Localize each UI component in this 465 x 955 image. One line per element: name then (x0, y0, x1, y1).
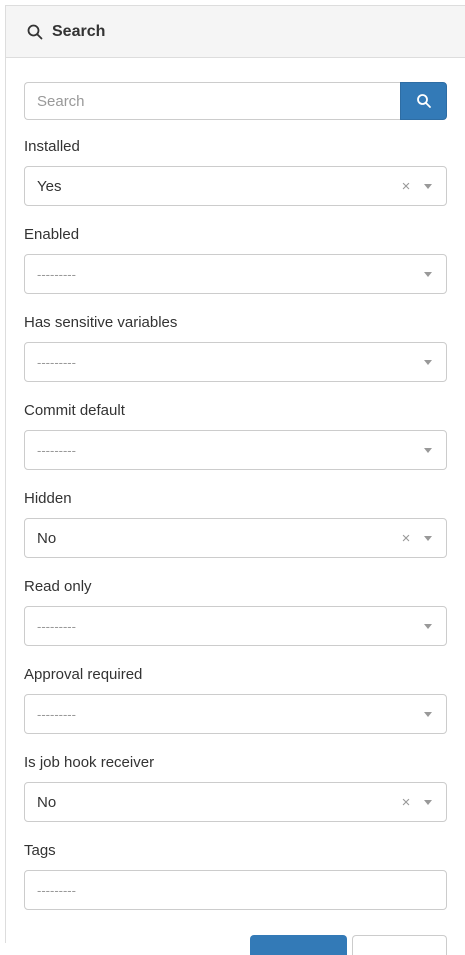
field-enabled: Enabled --------- (24, 220, 447, 294)
hidden-select[interactable]: No × (24, 518, 447, 558)
enabled-select[interactable]: --------- (24, 254, 447, 294)
search-input[interactable] (24, 82, 400, 120)
clear-icon[interactable]: × (398, 178, 414, 195)
field-installed: Installed Yes × (24, 132, 447, 206)
apply-button[interactable] (250, 935, 347, 955)
field-label: Is job hook receiver (24, 754, 155, 771)
panel-title: Search (52, 22, 106, 40)
installed-select[interactable]: Yes × (24, 166, 447, 206)
field-label: Commit default (24, 402, 125, 419)
panel-body: Installed Yes × Enabled --------- Has se… (6, 58, 465, 910)
search-group (24, 82, 447, 120)
field-label: Enabled (24, 226, 80, 243)
is-job-hook-receiver-select[interactable]: No × (24, 782, 447, 822)
search-button[interactable] (400, 82, 447, 120)
field-commit-default: Commit default --------- (24, 396, 447, 470)
field-is-job-hook-receiver: Is job hook receiver No × (24, 748, 447, 822)
search-icon (27, 24, 43, 39)
select-value: No (37, 793, 57, 811)
field-approval-required: Approval required --------- (24, 660, 447, 734)
reset-button[interactable] (352, 935, 447, 955)
search-button-icon (416, 94, 431, 108)
chevron-down-icon (424, 359, 432, 365)
select-value: --------- (37, 706, 76, 722)
search-panel: Search Installed Yes × Enabled (5, 5, 465, 943)
chevron-down-icon (424, 711, 432, 717)
select-value: No (37, 529, 57, 547)
field-label: Tags (24, 842, 56, 859)
chevron-down-icon (424, 799, 432, 805)
field-label: Installed (24, 138, 80, 155)
panel-header: Search (6, 6, 465, 58)
field-hidden: Hidden No × (24, 484, 447, 558)
has-sensitive-variables-select[interactable]: --------- (24, 342, 447, 382)
field-read-only: Read only --------- (24, 572, 447, 646)
tags-select[interactable]: --------- (24, 870, 447, 910)
select-value: --------- (37, 354, 76, 370)
select-value: --------- (37, 618, 76, 634)
chevron-down-icon (424, 183, 432, 189)
chevron-down-icon (424, 271, 432, 277)
select-value: --------- (37, 882, 76, 898)
select-value: --------- (37, 442, 76, 458)
chevron-down-icon (424, 535, 432, 541)
read-only-select[interactable]: --------- (24, 606, 447, 646)
field-tags: Tags --------- (24, 836, 447, 910)
chevron-down-icon (424, 623, 432, 629)
chevron-down-icon (424, 447, 432, 453)
field-label: Has sensitive variables (24, 314, 178, 331)
clear-icon[interactable]: × (398, 530, 414, 547)
select-value: Yes (37, 177, 62, 195)
select-value: --------- (37, 266, 76, 282)
approval-required-select[interactable]: --------- (24, 694, 447, 734)
commit-default-select[interactable]: --------- (24, 430, 447, 470)
field-has-sensitive-variables: Has sensitive variables --------- (24, 308, 447, 382)
field-label: Approval required (24, 666, 143, 683)
field-label: Hidden (24, 490, 72, 507)
clear-icon[interactable]: × (398, 794, 414, 811)
field-label: Read only (24, 578, 92, 595)
